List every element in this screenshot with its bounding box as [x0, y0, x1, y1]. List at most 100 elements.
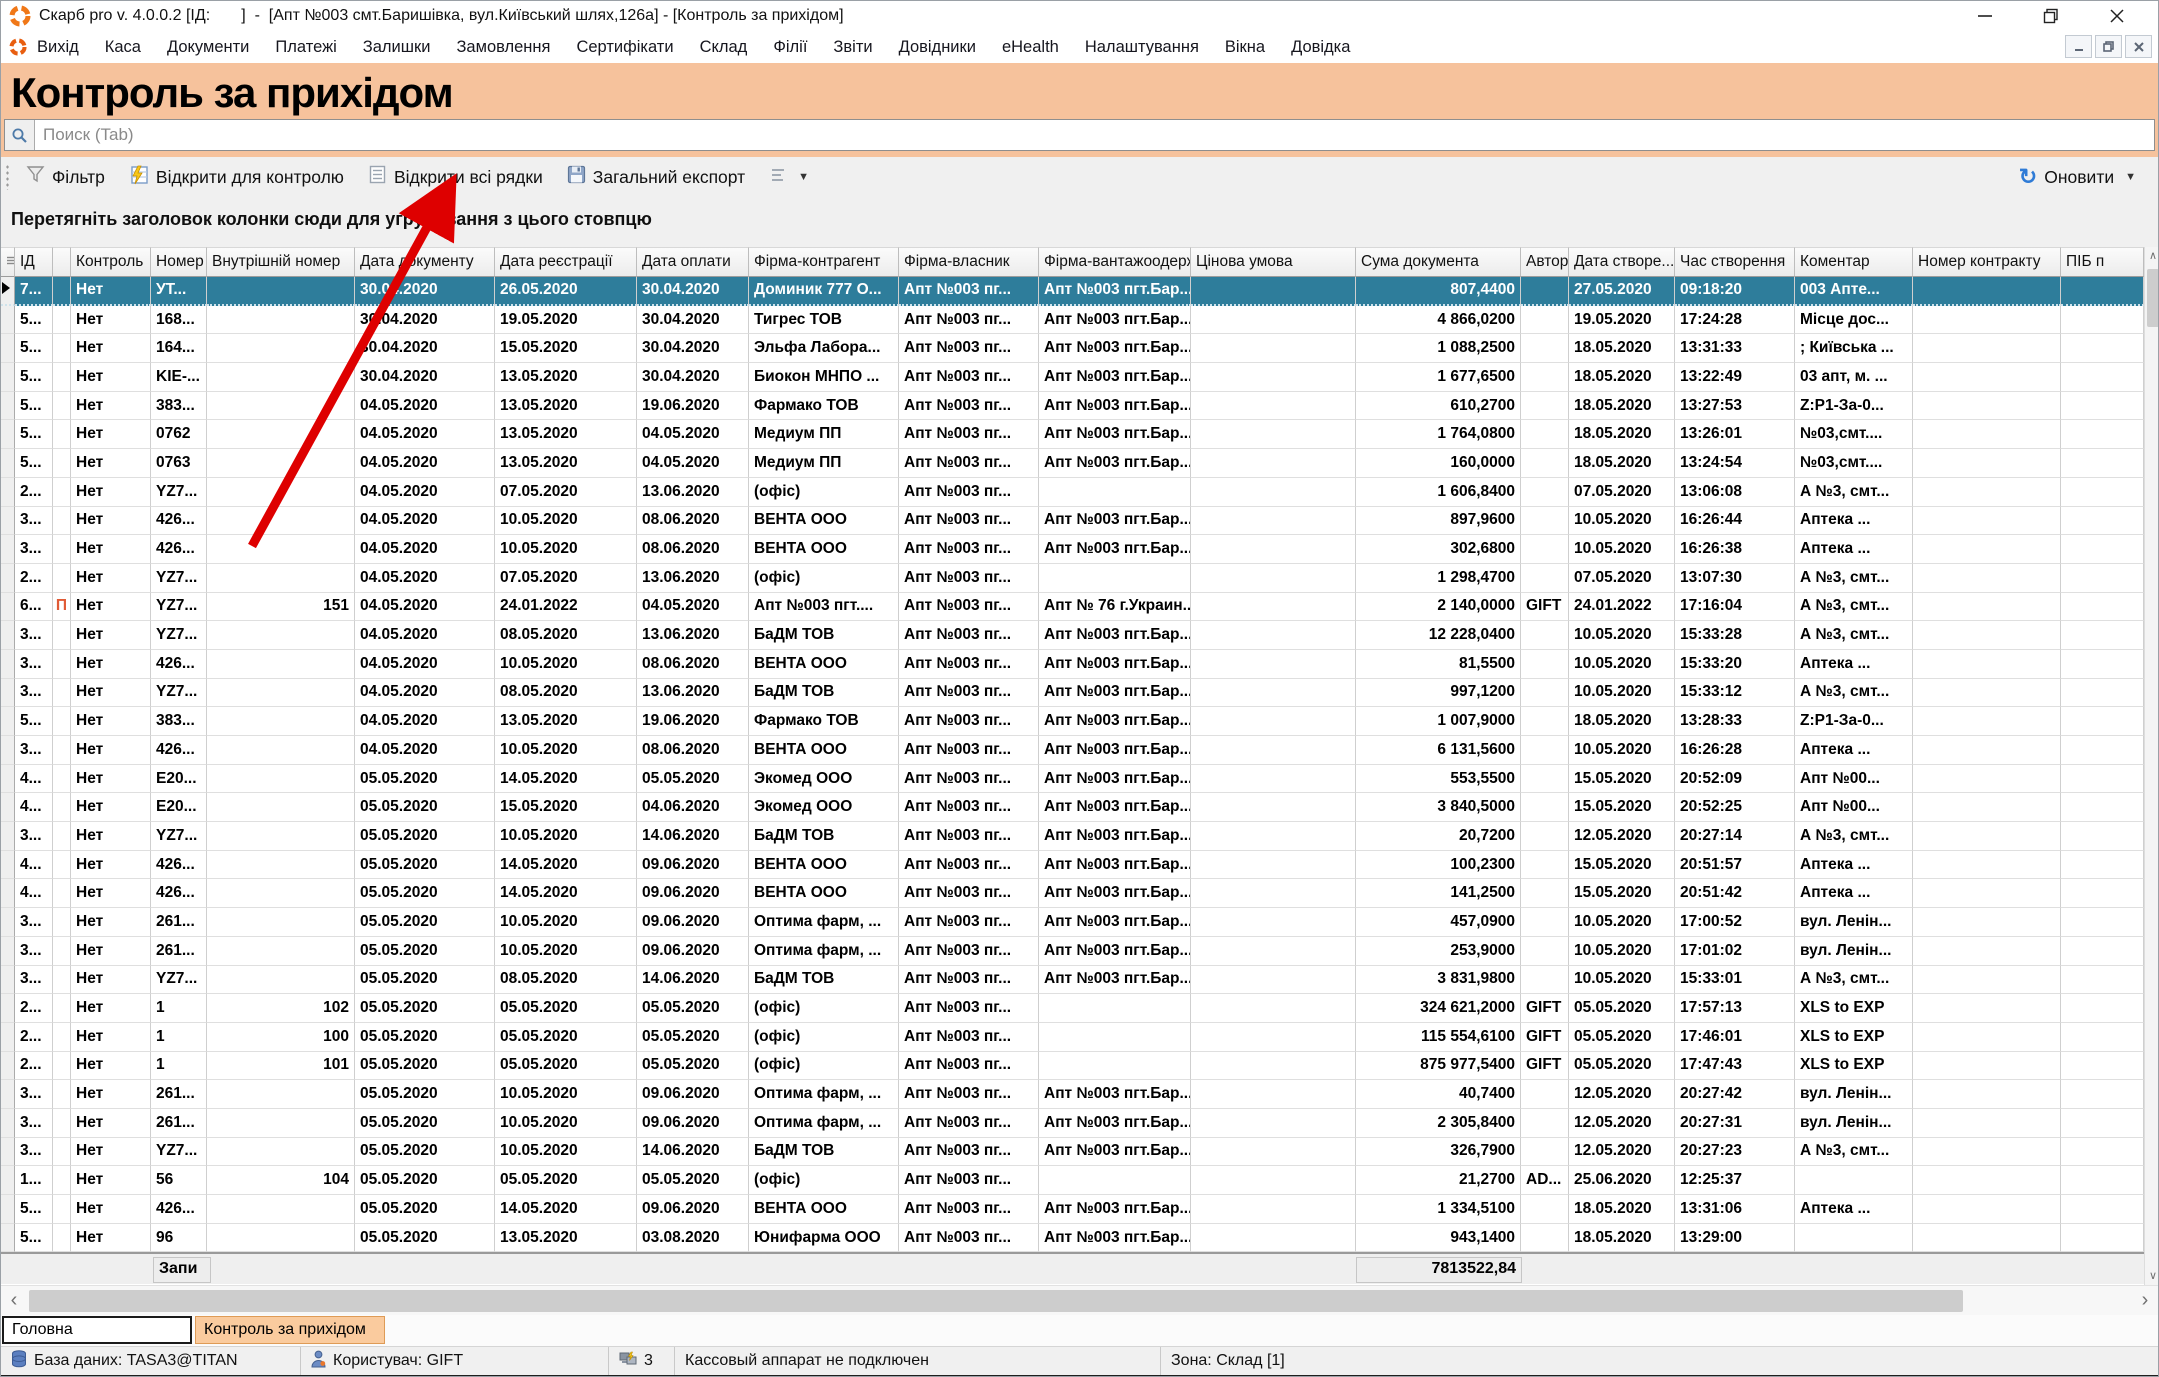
table-cell[interactable]: 08.06.2020 — [637, 650, 749, 679]
table-cell[interactable] — [2061, 593, 2144, 622]
table-cell[interactable]: 05.05.2020 — [637, 994, 749, 1023]
scroll-up-icon[interactable]: ∧ — [2145, 247, 2159, 265]
table-cell[interactable] — [1913, 1224, 2061, 1253]
table-cell[interactable]: 115 554,6100 — [1356, 1023, 1521, 1052]
table-row[interactable]: 1...Нет5610405.05.202005.05.202005.05.20… — [1, 1166, 2144, 1195]
table-cell[interactable]: GIFT — [1521, 1023, 1569, 1052]
table-cell[interactable]: 10.05.2020 — [1569, 908, 1675, 937]
table-row[interactable]: 5...НетKIE-...30.04.202013.05.202030.04.… — [1, 363, 2144, 392]
table-cell[interactable]: Апт №003 пгт.... — [749, 593, 899, 622]
table-row[interactable]: 5...Нет383...04.05.202013.05.202019.06.2… — [1, 707, 2144, 736]
table-cell[interactable]: 05.05.2020 — [355, 851, 495, 880]
table-row[interactable]: 3...НетYZ7...05.05.202008.05.202014.06.2… — [1, 966, 2144, 995]
table-cell[interactable]: 20,7200 — [1356, 822, 1521, 851]
mdi-close-button[interactable] — [2125, 35, 2152, 58]
table-cell[interactable]: 03 апт, м. ... — [1795, 363, 1913, 392]
table-cell[interactable]: вул. Ленін... — [1795, 1080, 1913, 1109]
table-cell[interactable] — [1521, 793, 1569, 822]
table-cell[interactable]: Апт №003 пгт.Бар... — [1039, 879, 1191, 908]
table-cell[interactable]: 457,0900 — [1356, 908, 1521, 937]
table-cell[interactable] — [1795, 1224, 1913, 1253]
table-cell[interactable] — [53, 679, 71, 708]
table-cell[interactable]: 16:26:44 — [1675, 507, 1795, 536]
table-cell[interactable]: 14.05.2020 — [495, 765, 637, 794]
table-cell[interactable]: Апт №003 пг... — [899, 363, 1039, 392]
table-cell[interactable]: 15.05.2020 — [1569, 793, 1675, 822]
column-header[interactable]: Дата створе... — [1569, 247, 1675, 277]
table-cell[interactable]: ВЕНТА ООО — [749, 650, 899, 679]
table-cell[interactable] — [1191, 1166, 1356, 1195]
table-cell[interactable]: Апт №003 пг... — [899, 851, 1039, 880]
table-cell[interactable]: 4 866,0200 — [1356, 306, 1521, 335]
table-row[interactable]: 3...Нет426...04.05.202010.05.202008.06.2… — [1, 650, 2144, 679]
table-cell[interactable]: Апт №003 пг... — [899, 1052, 1039, 1081]
column-header[interactable]: Коментар — [1795, 247, 1913, 277]
table-cell[interactable]: 15:33:20 — [1675, 650, 1795, 679]
table-cell[interactable]: E20... — [151, 765, 207, 794]
table-cell[interactable]: Нет — [71, 908, 151, 937]
table-cell[interactable]: 1 677,6500 — [1356, 363, 1521, 392]
table-cell[interactable]: YZ7... — [151, 593, 207, 622]
table-cell[interactable]: Апт №003 пг... — [899, 306, 1039, 335]
table-cell[interactable]: Нет — [71, 277, 151, 306]
table-cell[interactable] — [1913, 1052, 2061, 1081]
table-cell[interactable] — [1521, 736, 1569, 765]
table-row[interactable]: 5...Нет164...30.04.202015.05.202030.04.2… — [1, 334, 2144, 363]
table-cell[interactable]: YZ7... — [151, 621, 207, 650]
table-row[interactable]: 2...НетYZ7...04.05.202007.05.202013.06.2… — [1, 478, 2144, 507]
table-cell[interactable] — [1191, 1023, 1356, 1052]
table-cell[interactable]: 17:47:43 — [1675, 1052, 1795, 1081]
table-cell[interactable]: Нет — [71, 593, 151, 622]
table-cell[interactable]: GIFT — [1521, 994, 1569, 1023]
table-cell[interactable]: (офіс) — [749, 1023, 899, 1052]
table-cell[interactable]: Апт №003 пгт.Бар... — [1039, 334, 1191, 363]
table-cell[interactable]: 10.05.2020 — [495, 507, 637, 536]
table-row[interactable]: 3...Нет261...05.05.202010.05.202009.06.2… — [1, 1080, 2144, 1109]
table-cell[interactable]: Нет — [71, 1080, 151, 1109]
table-cell[interactable]: (офіс) — [749, 478, 899, 507]
table-cell[interactable]: Нет — [71, 679, 151, 708]
table-cell[interactable] — [1913, 621, 2061, 650]
table-cell[interactable]: 13:22:49 — [1675, 363, 1795, 392]
table-cell[interactable] — [2061, 822, 2144, 851]
table-row[interactable]: 7...НетУТ...30.04.202026.05.202030.04.20… — [1, 277, 2144, 306]
table-cell[interactable] — [1521, 535, 1569, 564]
table-cell[interactable] — [207, 334, 355, 363]
menu-item[interactable]: Залишки — [363, 38, 431, 57]
table-cell[interactable]: 04.05.2020 — [355, 736, 495, 765]
table-cell[interactable]: А №3, смт... — [1795, 1138, 1913, 1167]
table-cell[interactable] — [1191, 1109, 1356, 1138]
scroll-left-icon[interactable]: ‹ — [1, 1286, 27, 1316]
close-button[interactable] — [2102, 4, 2132, 28]
column-header[interactable]: Цінова умова — [1191, 247, 1356, 277]
table-cell[interactable] — [1191, 392, 1356, 421]
table-cell[interactable]: Апт №003 пг... — [899, 593, 1039, 622]
table-cell[interactable]: 30.04.2020 — [355, 334, 495, 363]
table-cell[interactable]: 05.05.2020 — [355, 966, 495, 995]
table-cell[interactable]: 13.06.2020 — [637, 478, 749, 507]
table-cell[interactable]: Медиум ПП — [749, 449, 899, 478]
table-cell[interactable]: 997,1200 — [1356, 679, 1521, 708]
table-cell[interactable] — [207, 1109, 355, 1138]
table-cell[interactable]: 08.05.2020 — [495, 966, 637, 995]
table-cell[interactable]: 1 764,0800 — [1356, 420, 1521, 449]
table-row[interactable]: 5...Нет076304.05.202013.05.202004.05.202… — [1, 449, 2144, 478]
table-cell[interactable]: 13:06:08 — [1675, 478, 1795, 507]
table-row[interactable]: 3...Нет426...04.05.202010.05.202008.06.2… — [1, 736, 2144, 765]
table-cell[interactable] — [1795, 1166, 1913, 1195]
table-cell[interactable]: Апт №003 пг... — [899, 908, 1039, 937]
table-cell[interactable]: 12 228,0400 — [1356, 621, 1521, 650]
table-cell[interactable]: Нет — [71, 420, 151, 449]
table-cell[interactable]: 05.05.2020 — [355, 1023, 495, 1052]
table-cell[interactable]: 17:46:01 — [1675, 1023, 1795, 1052]
table-cell[interactable]: Апт №003 пг... — [899, 679, 1039, 708]
table-cell[interactable]: 13:24:54 — [1675, 449, 1795, 478]
table-cell[interactable]: 18.05.2020 — [1569, 420, 1675, 449]
table-cell[interactable]: 09:18:20 — [1675, 277, 1795, 306]
table-cell[interactable]: 30.04.2020 — [637, 363, 749, 392]
table-cell[interactable] — [53, 1166, 71, 1195]
table-cell[interactable] — [1521, 937, 1569, 966]
table-row[interactable]: 5...Нет426...05.05.202014.05.202009.06.2… — [1, 1195, 2144, 1224]
table-cell[interactable] — [207, 1080, 355, 1109]
table-cell[interactable] — [207, 535, 355, 564]
